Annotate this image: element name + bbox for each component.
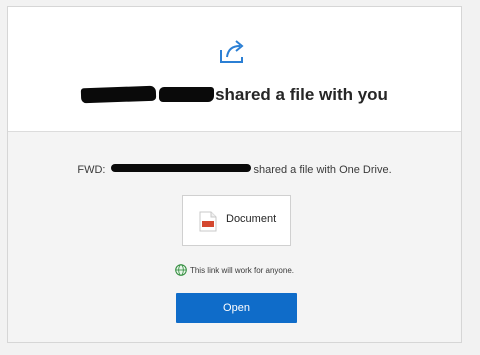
title-text: shared a file with you	[215, 85, 388, 104]
globe-icon	[175, 264, 187, 276]
redacted-sender-name-inline	[111, 164, 252, 172]
card-header: shared a file with you	[8, 7, 461, 132]
pdf-document-icon	[199, 211, 217, 232]
open-button[interactable]: Open	[176, 293, 297, 323]
message-suffix: shared a file with One Drive.	[253, 164, 392, 176]
share-icon	[220, 40, 244, 63]
redacted-sender-surname	[159, 87, 215, 102]
redacted-sender-name	[80, 85, 157, 104]
forward-message: FWD: shared a file with One Drive.	[8, 164, 461, 176]
message-prefix: FWD:	[77, 164, 106, 176]
file-card[interactable]: Document	[182, 195, 291, 246]
link-access-note: This link will work for anyone.	[8, 264, 461, 276]
page-title: shared a file with you	[8, 85, 461, 105]
link-note-text: This link will work for anyone.	[189, 266, 295, 275]
share-notification-card: shared a file with you FWD: shared a file…	[7, 6, 462, 343]
file-name: Document	[226, 213, 277, 225]
